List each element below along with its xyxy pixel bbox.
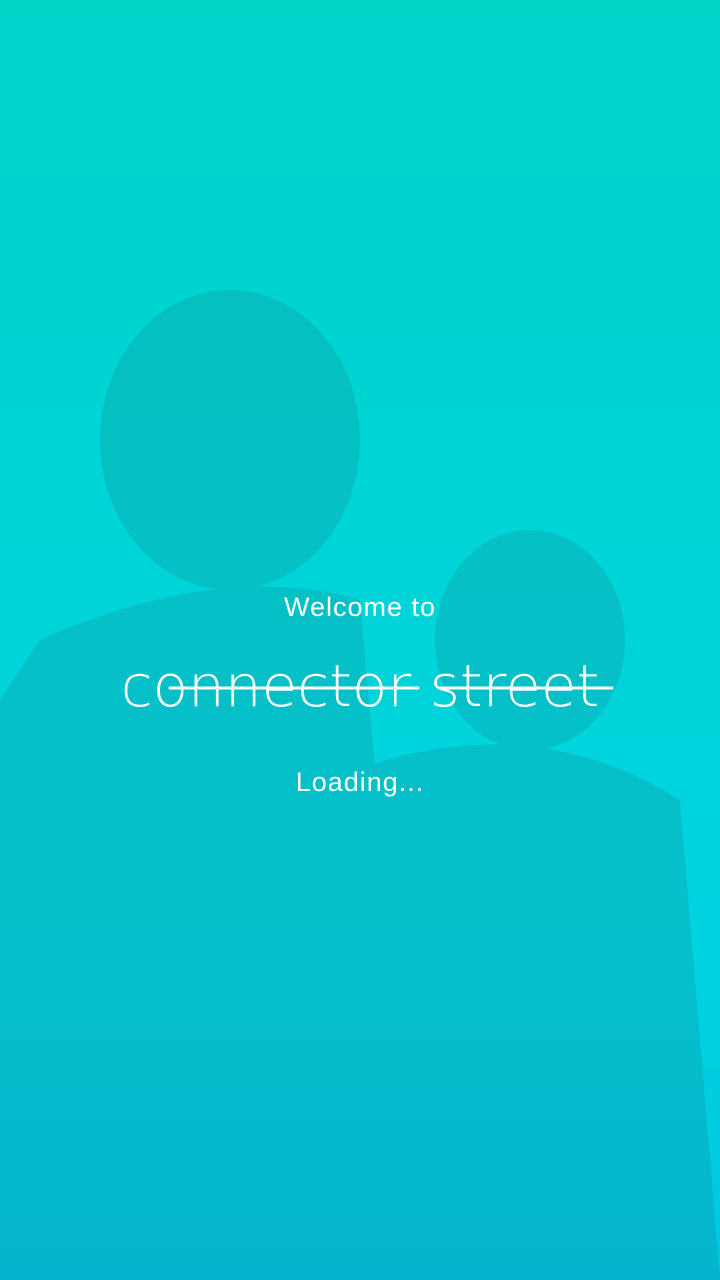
- welcome-text: Welcome to: [283, 592, 437, 622]
- splash-content: Welcome to connector street Loading...: [0, 0, 720, 1280]
- logo-text: connector street: [121, 652, 600, 720]
- loading-text: Loading...: [295, 767, 425, 797]
- splash-screen: Welcome to connector street Loading...: [0, 0, 720, 1280]
- connector-street-logo: connector street: [121, 652, 614, 720]
